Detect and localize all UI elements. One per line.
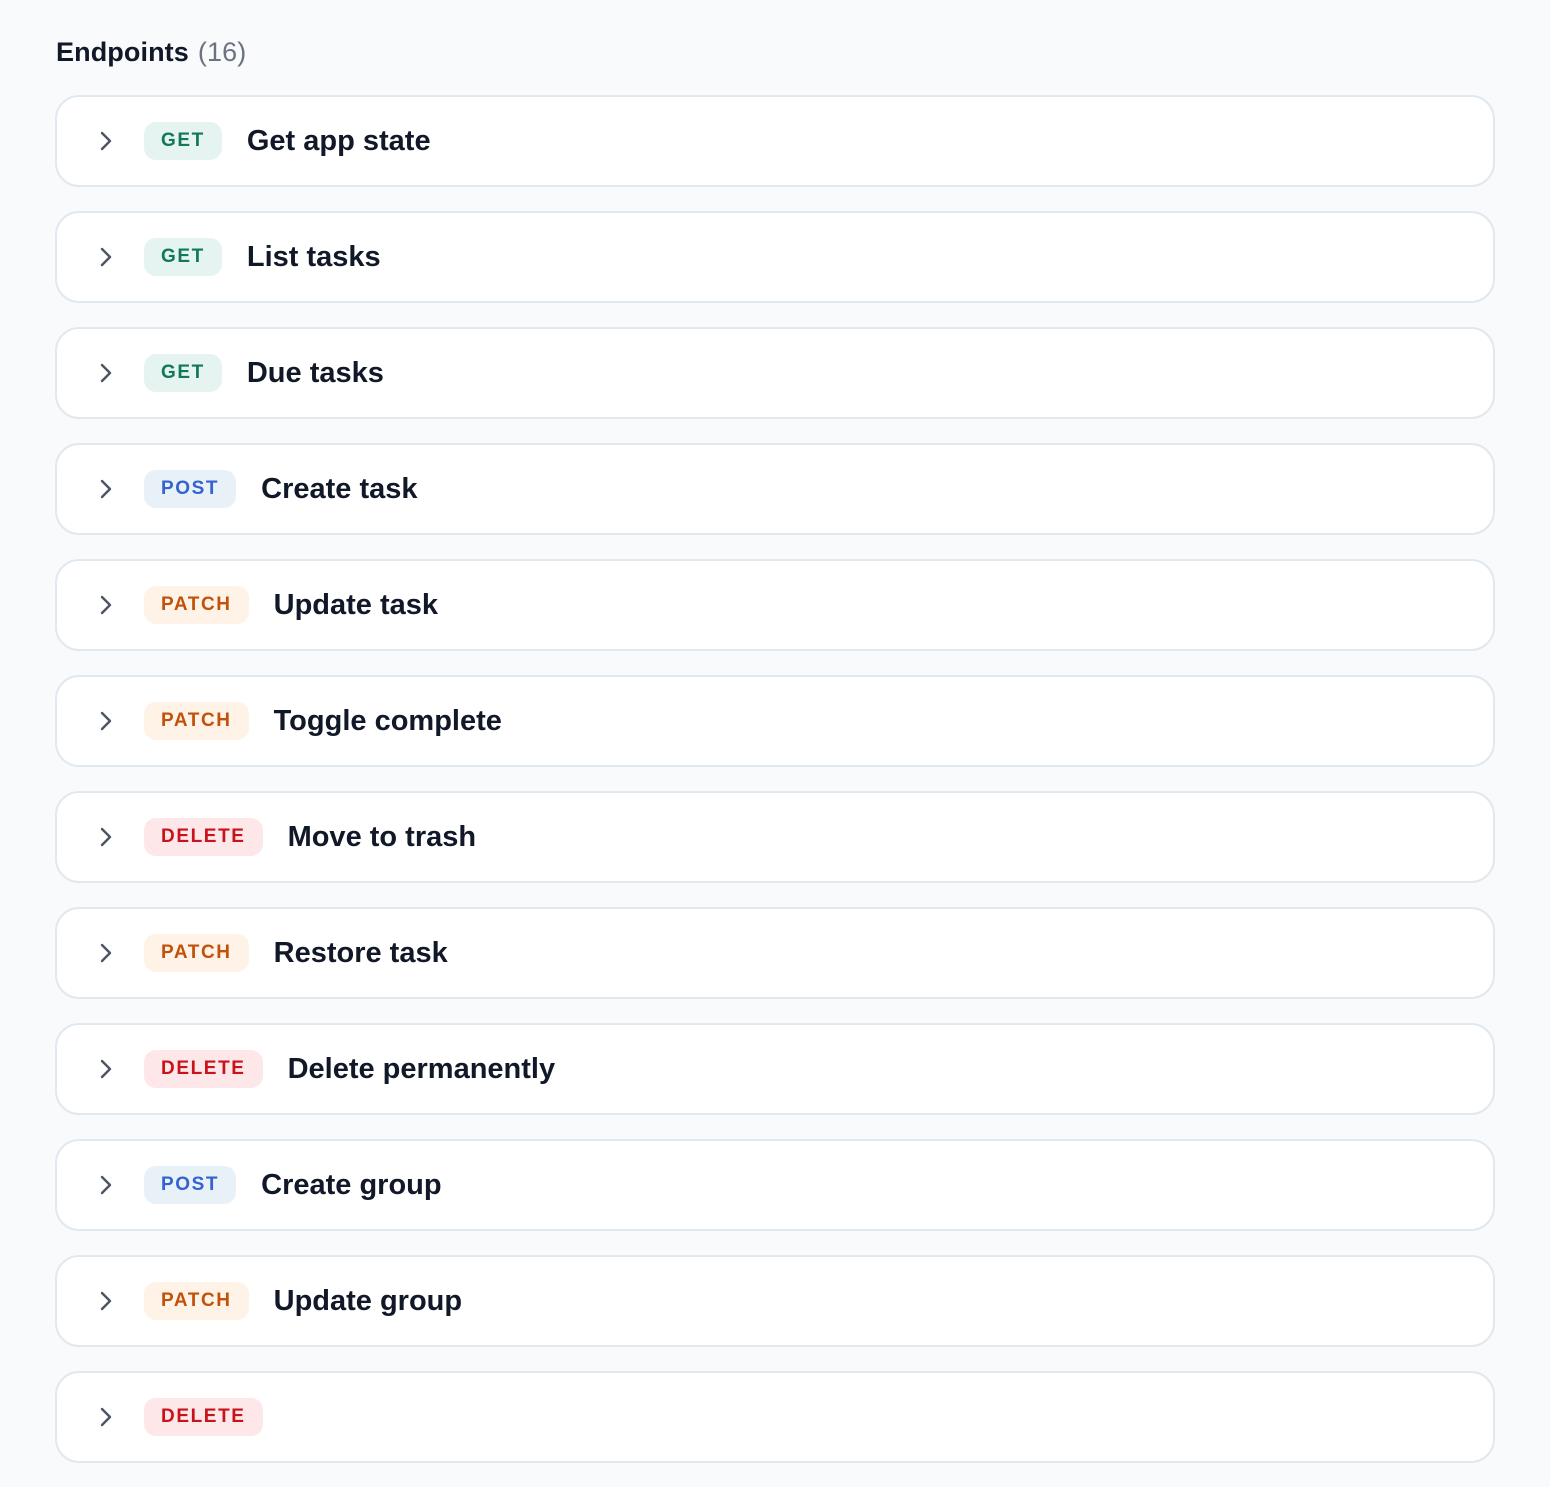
endpoint-row[interactable]: PATCH Update task [55, 559, 1495, 651]
endpoint-title: Update group [273, 1284, 463, 1317]
endpoint-title: Due tasks [246, 356, 384, 389]
chevron-right-icon[interactable] [95, 130, 117, 152]
chevron-right-icon[interactable] [95, 594, 117, 616]
endpoint-row[interactable]: POST Create task [55, 443, 1495, 535]
chevron-right-icon[interactable] [95, 1290, 117, 1312]
method-badge: GET [144, 122, 222, 160]
endpoint-title: Restore task [273, 936, 448, 969]
chevron-right-icon[interactable] [95, 826, 117, 848]
chevron-right-icon[interactable] [95, 1058, 117, 1080]
endpoint-title: Move to trash [287, 820, 477, 853]
chevron-right-icon[interactable] [95, 1406, 117, 1428]
method-badge: PATCH [144, 586, 249, 624]
method-badge: GET [144, 354, 222, 392]
method-badge: DELETE [144, 1050, 263, 1088]
endpoint-row[interactable]: PATCH Restore task [55, 907, 1495, 999]
method-badge: PATCH [144, 1282, 249, 1320]
endpoints-title: Endpoints [56, 36, 189, 67]
endpoints-count: (16) [197, 36, 247, 67]
endpoint-title: Toggle complete [273, 704, 502, 737]
method-badge: POST [144, 1166, 237, 1204]
endpoint-title: Create group [261, 1168, 442, 1201]
endpoint-row[interactable]: GET Get app state [55, 95, 1495, 187]
endpoint-row[interactable]: POST Create group [55, 1139, 1495, 1231]
method-badge: DELETE [144, 1398, 263, 1436]
endpoint-title: Update task [273, 588, 439, 621]
endpoint-row[interactable]: PATCH Toggle complete [55, 675, 1495, 767]
endpoint-title: Get app state [246, 124, 431, 157]
endpoint-row[interactable]: DELETE [55, 1371, 1495, 1463]
endpoint-row[interactable]: GET Due tasks [55, 327, 1495, 419]
endpoint-title: List tasks [246, 240, 381, 273]
endpoint-title: Delete permanently [287, 1052, 556, 1085]
chevron-right-icon[interactable] [95, 710, 117, 732]
chevron-right-icon[interactable] [95, 942, 117, 964]
endpoint-row[interactable]: DELETE Delete permanently [55, 1023, 1495, 1115]
method-badge: PATCH [144, 702, 249, 740]
endpoint-row[interactable]: GET List tasks [55, 211, 1495, 303]
method-badge: PATCH [144, 934, 249, 972]
endpoint-title: Create task [261, 472, 418, 505]
method-badge: POST [144, 470, 237, 508]
chevron-right-icon[interactable] [95, 246, 117, 268]
chevron-right-icon[interactable] [95, 1174, 117, 1196]
endpoints-header: Endpoints (16) [56, 32, 246, 72]
endpoint-row[interactable]: DELETE Move to trash [55, 791, 1495, 883]
chevron-right-icon[interactable] [95, 362, 117, 384]
method-badge: DELETE [144, 818, 263, 856]
chevron-right-icon[interactable] [95, 478, 117, 500]
endpoint-list: GET Get app state GET List tasks GET Due… [55, 95, 1495, 1487]
method-badge: GET [144, 238, 222, 276]
endpoint-row[interactable]: PATCH Update group [55, 1255, 1495, 1347]
